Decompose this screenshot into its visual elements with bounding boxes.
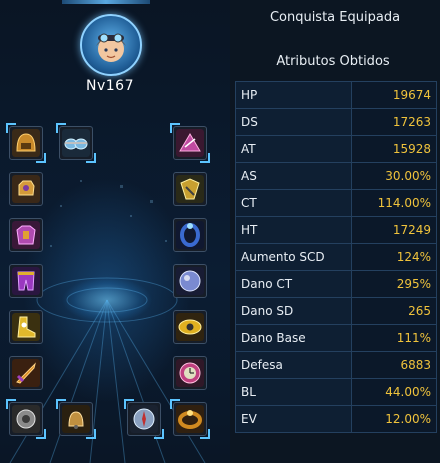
slot-bell[interactable] [56,399,96,439]
slot-earring[interactable] [173,172,207,206]
slot-belt[interactable] [6,399,46,439]
attribute-name: AT [235,135,352,163]
eye-icon [176,313,204,341]
boots-icon [12,313,40,341]
slot-armor[interactable] [9,218,43,252]
table-row: EV 12.00% [235,405,437,433]
attribute-name: HP [235,81,352,109]
attribute-name: Dano Base [235,324,352,352]
table-row: Dano CT 295% [235,270,437,298]
table-row: Dano SD 265 [235,297,437,325]
table-row: HP 19674 [235,81,437,109]
attribute-value: 17249 [351,216,437,244]
table-row: Defesa 6883 [235,351,437,379]
clock-icon [176,359,204,387]
necklace-icon [176,129,204,157]
slot-eye-charm[interactable] [173,310,207,344]
armor-icon [12,221,40,249]
slot-compass[interactable] [124,399,164,439]
belt-icon [12,405,40,433]
glove-icon [12,175,40,203]
bell-icon [62,405,90,433]
attribute-name: Defesa [235,351,352,379]
slot-ring[interactable] [173,218,207,252]
attribute-value: 19674 [351,81,437,109]
attribute-value: 12.00% [351,405,437,433]
slot-weapon[interactable] [9,356,43,390]
attribute-value: 111% [351,324,437,352]
attribute-value: 295% [351,270,437,298]
slot-pants[interactable] [9,264,43,298]
attribute-value: 124% [351,243,437,271]
table-row: CT 114.00% [235,189,437,217]
slot-goggles[interactable] [56,123,96,163]
attribute-name: HT [235,216,352,244]
table-row: Aumento SCD 124% [235,243,437,271]
table-row: DS 17263 [235,108,437,136]
earring-icon [176,175,204,203]
conquest-title: Conquista Equipada [269,10,401,25]
attribute-value: 114.00% [351,189,437,217]
character-level: Nv167 [86,78,134,94]
attribute-name: EV [235,405,352,433]
orb-icon [176,267,204,295]
slot-hands[interactable] [9,172,43,206]
pants-icon [12,267,40,295]
tamer-portrait-icon [96,33,126,62]
attribute-value: 15928 [351,135,437,163]
attribute-name: Dano SD [235,297,352,325]
character-panel: Nv167 [0,0,230,463]
table-row: BL 44.00% [235,378,437,406]
attribute-value: 44.00% [351,378,437,406]
sword-icon [12,359,40,387]
attribute-name: BL [235,378,352,406]
attribute-name: Dano CT [235,270,352,298]
table-row: AS 30.00% [235,162,437,190]
table-row: Dano Base 111% [235,324,437,352]
attribute-value: 6883 [351,351,437,379]
panel-tab-indicator [62,0,150,4]
bracelet-icon [176,405,204,433]
attribute-name: AS [235,162,352,190]
attribute-value: 265 [351,297,437,325]
helmet-icon [12,129,40,157]
slot-clock-charm[interactable] [173,356,207,390]
attributes-table: HP 19674 DS 17263 AT 15928 AS 30.00% CT 114.0… [235,81,437,433]
attribute-name: Aumento SCD [235,243,352,271]
table-row: AT 15928 [235,135,437,163]
slot-necklace[interactable] [170,123,210,163]
attributes-title: Atributos Obtidos [276,54,390,69]
attribute-name: CT [235,189,352,217]
attribute-name: DS [235,108,352,136]
ring-icon [176,221,204,249]
character-avatar[interactable] [80,14,142,76]
attributes-panel: Conquista Equipada Atributos Obtidos HP 1… [230,0,440,463]
slot-boots[interactable] [9,310,43,344]
slot-orb[interactable] [173,264,207,298]
goggles-icon [62,129,90,157]
slot-helmet[interactable] [6,123,46,163]
compass-icon [130,405,158,433]
attribute-value: 30.00% [351,162,437,190]
slot-bracelet[interactable] [170,399,210,439]
table-row: HT 17249 [235,216,437,244]
attribute-value: 17263 [351,108,437,136]
